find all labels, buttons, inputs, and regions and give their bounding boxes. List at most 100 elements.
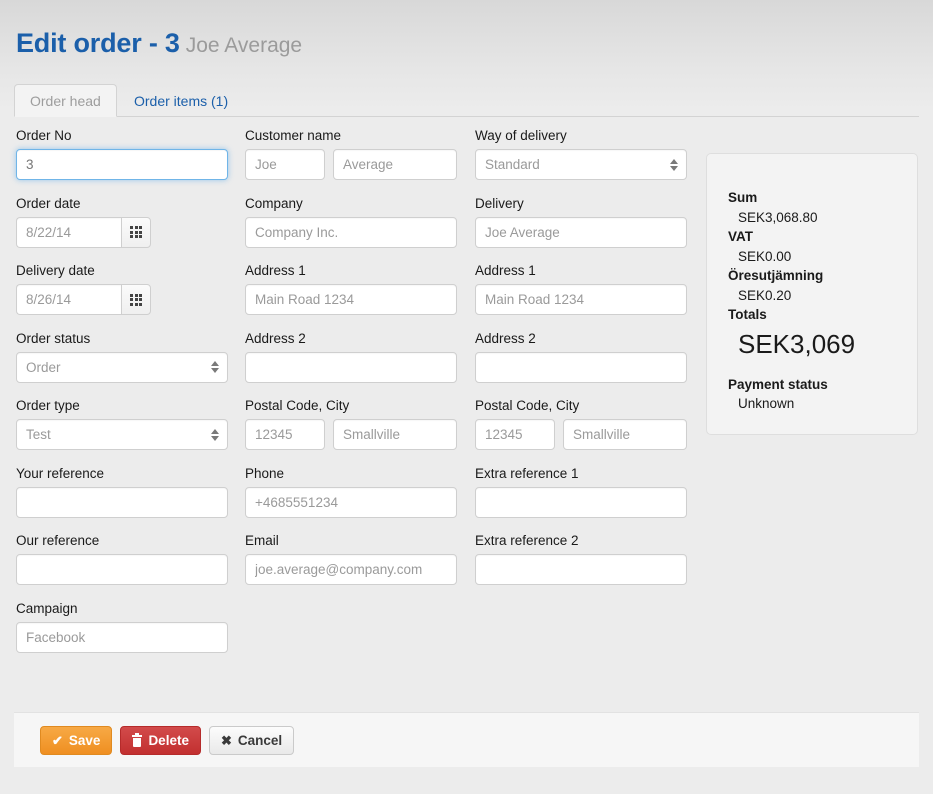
field-extra-reference-1: Extra reference 1: [475, 466, 687, 518]
close-icon: ✖: [220, 733, 232, 748]
label-extra-reference-1: Extra reference 1: [475, 465, 579, 481]
label-delivery-date: Delivery date: [16, 263, 95, 278]
input-delivery-address-1[interactable]: [475, 284, 687, 315]
trash-icon: [132, 732, 143, 747]
tab-bar: Order head Order items (1): [14, 84, 919, 117]
summary-rounding-value: SEK0.20: [738, 287, 792, 303]
select-way-of-delivery[interactable]: Standard: [475, 149, 687, 180]
input-email[interactable]: [245, 554, 457, 585]
form-column-middle: Customer name Company Address 1 Address …: [245, 128, 457, 601]
delete-button[interactable]: Delete: [120, 726, 201, 755]
field-delivery-date: Delivery date: [16, 263, 228, 315]
input-order-no[interactable]: [16, 149, 228, 180]
field-order-date: Order date: [16, 196, 228, 248]
label-phone: Phone: [245, 465, 285, 481]
input-billing-postal-code[interactable]: [245, 419, 325, 450]
tab-order-items[interactable]: Order items (1): [118, 84, 244, 117]
input-delivery-name[interactable]: [475, 216, 687, 248]
label-delivery-address-1: Address 1: [475, 263, 536, 278]
label-way-of-delivery: Way of delivery: [475, 128, 567, 143]
input-delivery-date[interactable]: [16, 284, 121, 315]
field-order-status: Order status Order: [16, 331, 228, 383]
label-campaign: Campaign: [16, 600, 78, 616]
save-button-label: Save: [68, 733, 101, 748]
field-campaign: Campaign: [16, 601, 228, 653]
order-date-picker-button[interactable]: [121, 216, 151, 248]
form-column-right: Way of delivery Standard Delivery Addres…: [475, 128, 687, 601]
form-footer: ✔ Save Delete ✖ Cancel: [14, 712, 919, 767]
save-button[interactable]: ✔ Save: [40, 726, 113, 755]
field-extra-reference-2: Extra reference 2: [475, 533, 687, 585]
billing-postal-city-group: [245, 419, 457, 450]
summary-rounding-label: Öresutjämning: [728, 268, 824, 283]
input-our-reference[interactable]: [16, 554, 228, 585]
label-delivery-postal-city: Postal Code, City: [475, 398, 580, 413]
label-billing-postal-city: Postal Code, City: [245, 398, 350, 413]
tab-order-head-label: Order head: [30, 93, 101, 109]
form-column-left: Order No Order date Delivery date: [16, 128, 228, 668]
cancel-button[interactable]: ✖ Cancel: [208, 726, 295, 755]
input-billing-address-1[interactable]: [245, 284, 457, 315]
field-billing-address-1: Address 1: [245, 263, 457, 315]
select-order-type[interactable]: Test: [16, 419, 228, 450]
input-delivery-address-2[interactable]: [475, 351, 687, 383]
label-extra-reference-2: Extra reference 2: [475, 533, 579, 548]
summary-totals-value: SEK3,069: [738, 328, 856, 359]
input-extra-reference-2[interactable]: [475, 554, 687, 585]
input-billing-address-2[interactable]: [245, 351, 457, 383]
way-of-delivery-select-wrap: Standard: [475, 149, 687, 180]
input-campaign[interactable]: [16, 621, 228, 653]
order-summary-panel: Sum SEK3,068.80 VAT SEK0.00 Öresutjämnin…: [706, 153, 918, 435]
label-order-date: Order date: [16, 195, 81, 211]
label-order-type: Order type: [16, 398, 80, 413]
input-company[interactable]: [245, 216, 457, 248]
field-billing-address-2: Address 2: [245, 331, 457, 383]
field-order-type: Order type Test: [16, 398, 228, 450]
summary-payment-status-label: Payment status: [728, 376, 828, 392]
summary-vat-value: SEK0.00: [738, 248, 792, 264]
input-your-reference[interactable]: [16, 486, 228, 518]
field-delivery-name: Delivery: [475, 196, 687, 248]
input-customer-firstname[interactable]: [245, 149, 325, 180]
customer-name-group: [245, 149, 457, 180]
field-email: Email: [245, 533, 457, 585]
check-icon: ✔: [52, 733, 63, 748]
label-delivery-name: Delivery: [475, 195, 524, 211]
input-delivery-postal-code[interactable]: [475, 419, 555, 450]
select-order-status[interactable]: Order: [16, 351, 228, 383]
tab-order-head[interactable]: Order head: [14, 84, 117, 117]
label-customer-name: Customer name: [245, 128, 342, 143]
calendar-grid-icon: [130, 226, 142, 238]
delivery-date-group: [16, 284, 151, 315]
delivery-date-picker-button[interactable]: [121, 284, 151, 315]
label-delivery-address-2: Address 2: [475, 330, 536, 346]
order-type-select-wrap: Test: [16, 419, 228, 450]
label-company: Company: [245, 195, 303, 211]
tab-order-items-label: Order items (1): [134, 93, 229, 109]
input-delivery-city[interactable]: [563, 419, 687, 450]
input-order-date[interactable]: [16, 216, 121, 248]
summary-totals-label: Totals: [728, 307, 767, 322]
label-your-reference: Your reference: [16, 465, 105, 481]
input-extra-reference-1[interactable]: [475, 486, 687, 518]
label-billing-address-2: Address 2: [245, 330, 306, 346]
field-delivery-address-1: Address 1: [475, 263, 687, 315]
footer-button-row: ✔ Save Delete ✖ Cancel: [40, 726, 295, 755]
input-billing-city[interactable]: [333, 419, 457, 450]
field-our-reference: Our reference: [16, 533, 228, 585]
summary-sum-label: Sum: [728, 190, 758, 205]
field-customer-name: Customer name: [245, 128, 457, 180]
input-phone[interactable]: [245, 486, 457, 518]
field-delivery-postal-city: Postal Code, City: [475, 398, 687, 450]
cancel-button-label: Cancel: [237, 733, 283, 748]
field-phone: Phone: [245, 466, 457, 518]
field-way-of-delivery: Way of delivery Standard: [475, 128, 687, 180]
field-billing-postal-city: Postal Code, City: [245, 398, 457, 450]
input-customer-lastname[interactable]: [333, 149, 457, 180]
label-email: Email: [245, 533, 279, 548]
delete-button-label: Delete: [148, 733, 189, 748]
page-title: Edit order - 3 Joe Average: [16, 28, 302, 59]
page-title-main: Edit order - 3: [16, 28, 180, 58]
order-date-group: [16, 216, 151, 248]
label-order-no: Order No: [16, 128, 72, 143]
